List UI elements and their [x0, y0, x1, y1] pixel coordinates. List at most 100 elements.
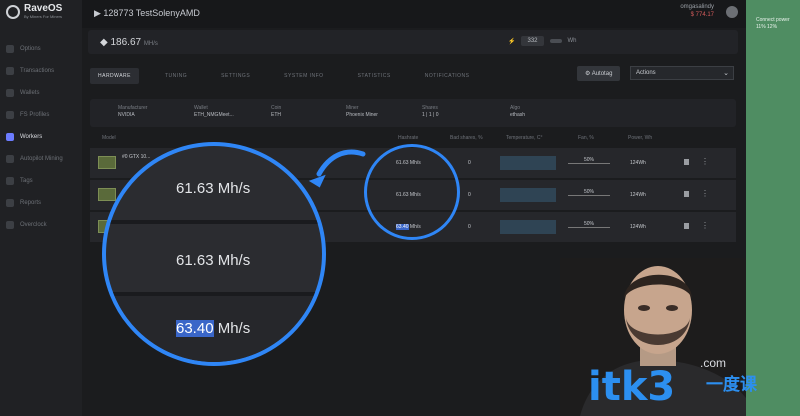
info-wallet: Wallet ETH_NMGMeet... [194, 105, 234, 119]
info-coin: Coin ETH [271, 105, 281, 119]
sidebar-nav: Options Transactions Wallets FS Profiles… [6, 38, 78, 236]
sidebar-item-label: Reports [20, 200, 42, 206]
tab-tuning[interactable]: TUNING [157, 68, 195, 84]
gpu-icon [98, 156, 116, 169]
header-model: Model [102, 135, 116, 141]
notification-text: Connect power 11% 12% [756, 17, 790, 30]
temperature-bar [500, 220, 556, 234]
user-menu[interactable]: omgasalindy $ 774.17 [680, 3, 714, 19]
sidebar-item-label: Overclock [20, 222, 47, 228]
tab-hardware[interactable]: HARDWARE [90, 68, 139, 84]
sidebar-item-label: Autopilot Mining [20, 156, 63, 162]
autotag-button[interactable]: ⚙ Autotag [577, 66, 621, 81]
fan-field[interactable]: 50% [568, 221, 610, 228]
sidebar-item-label: Transactions [20, 68, 55, 74]
more-icon[interactable]: ⋮ [701, 221, 709, 230]
app-name: RaveOS [24, 3, 63, 14]
fan-field[interactable]: 50% [568, 157, 610, 164]
more-icon[interactable]: ⋮ [701, 157, 709, 166]
autotag-label: Autotag [591, 71, 613, 77]
rig-info: Manufacturer NVIDIA Wallet ETH_NMGMeet... … [90, 99, 736, 127]
header-fan: Fan, % [578, 135, 594, 141]
power-toggle[interactable] [549, 39, 562, 43]
download-icon[interactable] [684, 159, 689, 165]
actions-select[interactable]: Actions ⌄ [630, 66, 734, 80]
rig-title-text: 128773 TestSolenyAMD [103, 8, 200, 18]
tab-notifications[interactable]: NOTIFICATIONS [417, 68, 478, 84]
info-manufacturer: Manufacturer NVIDIA [118, 105, 147, 119]
actions-select-value: Actions [636, 70, 656, 76]
lightning-icon: ⚡ [508, 38, 516, 45]
eth-icon: ◆ [100, 37, 108, 48]
sidebar-item-tags[interactable]: Tags [6, 170, 78, 192]
user-name: omgasalindy [680, 4, 714, 10]
sidebar-item-transactions[interactable]: Transactions [6, 60, 78, 82]
sidebar-item-label: Wallets [20, 90, 40, 96]
power-unit: Wh [567, 38, 577, 44]
user-balance: $ 774.17 [690, 12, 714, 18]
more-icon[interactable]: ⋮ [701, 189, 709, 198]
info-value: ETH [271, 112, 281, 118]
header-hashrate: Hashrate [398, 135, 419, 141]
gpu-bad-shares: 0 [468, 224, 471, 230]
zoom-magnifier: 61.63 Mh/s 61.63 Mh/s 63.40 Mh/s [102, 142, 326, 366]
sidebar-item-label: FS Profiles [20, 112, 50, 118]
zoom-divider [106, 220, 322, 224]
stats-bar: ◆ 186.67 MH/s ⚡ 332 Wh [88, 30, 738, 54]
info-value: NVIDIA [118, 112, 135, 118]
sidebar-item-overclock[interactable]: Overclock [6, 214, 78, 236]
info-value: ethash [510, 112, 526, 118]
sidebar-item-options[interactable]: Options [6, 38, 78, 60]
total-hashrate-value: 186.67 [110, 37, 142, 48]
fan-field[interactable]: 50% [568, 189, 610, 196]
watermark-dotcom: .com [700, 356, 727, 370]
info-label: Miner [346, 105, 359, 111]
tab-system-info[interactable]: SYSTEM INFO [276, 68, 331, 84]
header-temperature: Temperature, C° [506, 135, 543, 141]
download-icon[interactable] [684, 223, 689, 229]
report-icon [6, 199, 14, 207]
sidebar-item-wallets[interactable]: Wallets [6, 82, 78, 104]
folder-icon [6, 89, 14, 97]
sidebar-item-reports[interactable]: Reports [6, 192, 78, 214]
info-label: Shares [422, 105, 438, 111]
drop-icon [6, 133, 14, 141]
sidebar-item-autopilot[interactable]: Autopilot Mining [6, 148, 78, 170]
hashrate-unit: Mh/s [213, 320, 251, 337]
selected-text: 63.40 [176, 320, 214, 337]
app-logo[interactable]: RaveOS By Miners For Miners [6, 4, 62, 19]
info-label: Manufacturer [118, 105, 148, 111]
settings-icon [6, 155, 14, 163]
zoom-hashrate: 61.63 Mh/s [176, 252, 251, 269]
sidebar-item-label: Workers [20, 134, 43, 140]
tab-settings[interactable]: SETTINGS [213, 68, 258, 84]
chevron-down-icon: ⌄ [723, 70, 729, 77]
watermark: itk3 [588, 364, 676, 410]
sidebar-item-fs-profiles[interactable]: FS Profiles [6, 104, 78, 126]
sidebar-item-workers[interactable]: Workers [6, 126, 78, 148]
header-bad-shares: Bad shares, % [450, 135, 483, 141]
gpu-power: 124Wh [630, 224, 646, 230]
info-label: Algo [510, 105, 521, 111]
info-value: 1 | 1 | 0 [422, 112, 439, 118]
info-algo: Algo ethash [510, 105, 525, 119]
info-value: Phoenix Miner [346, 112, 378, 118]
header-power: Power, Wh [628, 135, 653, 141]
gear-icon [6, 111, 14, 119]
power-summary: ⚡ 332 Wh [508, 36, 577, 46]
arrow-icon [308, 149, 366, 188]
tab-statistics[interactable]: STATISTICS [350, 68, 399, 84]
gpu-power: 124Wh [630, 160, 646, 166]
info-shares: Shares 1 | 1 | 0 [422, 105, 439, 119]
top-bar: ▶ 128773 TestSolenyAMD omgasalindy $ 774… [82, 0, 746, 28]
highlight-circle [364, 144, 460, 240]
info-value: ETH_NMGMeet... [194, 112, 234, 118]
total-hashrate-unit: MH/s [143, 41, 158, 47]
rig-title: ▶ 128773 TestSolenyAMD [94, 8, 200, 18]
sidebar-item-label: Tags [20, 178, 33, 184]
tag-icon [6, 177, 14, 185]
avatar[interactable] [726, 6, 738, 18]
download-icon[interactable] [684, 191, 689, 197]
info-label: Coin [271, 105, 282, 111]
gpu-power: 124Wh [630, 192, 646, 198]
